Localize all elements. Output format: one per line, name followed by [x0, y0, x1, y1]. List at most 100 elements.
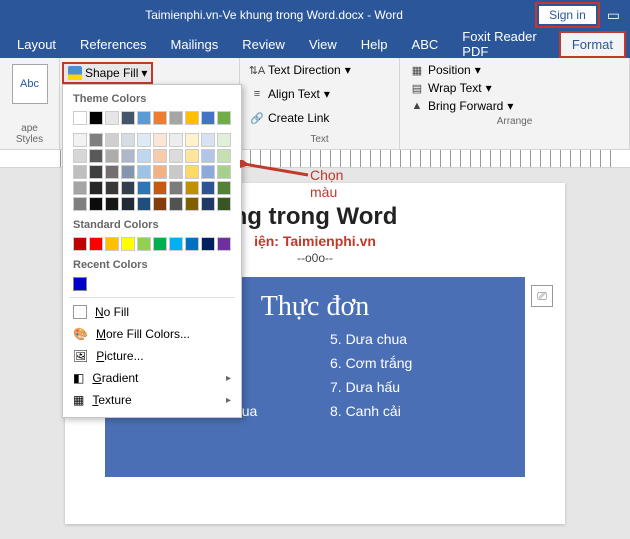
recent-colors-label: Recent Colors: [63, 257, 241, 275]
wrap-text-button[interactable]: ▤Wrap Text▾: [408, 80, 621, 96]
color-swatch[interactable]: [73, 181, 87, 195]
texture-fill-option[interactable]: ▦Texture▸: [63, 389, 241, 411]
color-swatch[interactable]: [153, 237, 167, 251]
color-swatch[interactable]: [121, 165, 135, 179]
tab-help[interactable]: Help: [349, 32, 400, 57]
color-swatch[interactable]: [73, 237, 87, 251]
color-swatch[interactable]: [89, 149, 103, 163]
color-swatch[interactable]: [73, 133, 87, 147]
color-swatch[interactable]: [121, 111, 135, 125]
color-swatch[interactable]: [169, 197, 183, 211]
create-link-button[interactable]: 🔗Create Link: [248, 110, 391, 126]
tab-review[interactable]: Review: [230, 32, 297, 57]
color-swatch[interactable]: [217, 111, 231, 125]
tab-view[interactable]: View: [297, 32, 349, 57]
color-swatch[interactable]: [201, 197, 215, 211]
color-swatch[interactable]: [185, 181, 199, 195]
tab-format[interactable]: Format: [560, 32, 625, 57]
color-swatch[interactable]: [73, 149, 87, 163]
color-swatch[interactable]: [153, 181, 167, 195]
color-swatch[interactable]: [137, 111, 151, 125]
color-swatch[interactable]: [217, 149, 231, 163]
color-swatch[interactable]: [137, 149, 151, 163]
align-text-button[interactable]: ≡Align Text▾: [248, 86, 391, 102]
color-swatch[interactable]: [105, 237, 119, 251]
color-swatch[interactable]: [153, 197, 167, 211]
tab-layout[interactable]: Layout: [5, 32, 68, 57]
color-swatch[interactable]: [105, 197, 119, 211]
color-swatch[interactable]: [201, 149, 215, 163]
gradient-fill-option[interactable]: ◧Gradient▸: [63, 367, 241, 389]
shape-style-preview[interactable]: Abc: [12, 64, 48, 104]
color-swatch[interactable]: [137, 237, 151, 251]
color-swatch[interactable]: [217, 237, 231, 251]
color-swatch[interactable]: [89, 165, 103, 179]
tab-mailings[interactable]: Mailings: [159, 32, 231, 57]
recent-color-swatch[interactable]: [73, 277, 87, 291]
color-swatch[interactable]: [201, 181, 215, 195]
picture-fill-option[interactable]: 🖼Picture...: [63, 345, 241, 367]
color-swatch[interactable]: [89, 111, 103, 125]
color-swatch[interactable]: [201, 237, 215, 251]
color-swatch[interactable]: [121, 237, 135, 251]
window-controls-icon[interactable]: ▭: [607, 7, 620, 24]
color-swatch[interactable]: [121, 197, 135, 211]
color-swatch[interactable]: [105, 149, 119, 163]
ribbon-content: Abc ape Styles Shape Fill ▾ A t Styles ⇅…: [0, 58, 630, 150]
color-swatch[interactable]: [153, 111, 167, 125]
color-swatch[interactable]: [105, 165, 119, 179]
shape-fill-button[interactable]: Shape Fill ▾: [62, 62, 153, 84]
color-swatch[interactable]: [121, 181, 135, 195]
color-swatch[interactable]: [153, 149, 167, 163]
color-swatch[interactable]: [121, 133, 135, 147]
color-swatch[interactable]: [169, 133, 183, 147]
color-swatch[interactable]: [169, 111, 183, 125]
tab-references[interactable]: References: [68, 32, 158, 57]
color-swatch[interactable]: [185, 165, 199, 179]
color-swatch[interactable]: [137, 165, 151, 179]
color-swatch[interactable]: [73, 111, 87, 125]
color-swatch[interactable]: [217, 165, 231, 179]
color-swatch[interactable]: [185, 111, 199, 125]
color-swatch[interactable]: [89, 181, 103, 195]
color-swatch[interactable]: [169, 149, 183, 163]
color-swatch[interactable]: [217, 181, 231, 195]
color-swatch[interactable]: [153, 165, 167, 179]
color-swatch[interactable]: [217, 197, 231, 211]
color-swatch[interactable]: [185, 149, 199, 163]
color-swatch[interactable]: [105, 111, 119, 125]
layout-options-icon[interactable]: ⎚: [531, 285, 553, 307]
color-swatch[interactable]: [89, 197, 103, 211]
no-fill-option[interactable]: NNo Fillo Fill: [63, 301, 241, 323]
text-direction-button[interactable]: ⇅AText Direction▾: [248, 62, 391, 78]
color-swatch[interactable]: [105, 181, 119, 195]
color-swatch[interactable]: [89, 237, 103, 251]
arrange-group: ▦Position▾ ▤Wrap Text▾ ▲Bring Forward▾ A…: [400, 58, 630, 149]
tab-abc[interactable]: ABC: [400, 32, 451, 57]
color-swatch[interactable]: [137, 181, 151, 195]
color-swatch[interactable]: [169, 181, 183, 195]
color-swatch[interactable]: [137, 197, 151, 211]
more-colors-option[interactable]: 🎨More Fill Colors...: [63, 323, 241, 345]
color-swatch[interactable]: [153, 133, 167, 147]
sign-in-button[interactable]: Sign in: [538, 5, 597, 25]
color-swatch[interactable]: [201, 111, 215, 125]
color-swatch[interactable]: [105, 133, 119, 147]
color-swatch[interactable]: [217, 133, 231, 147]
color-swatch[interactable]: [169, 165, 183, 179]
color-swatch[interactable]: [185, 237, 199, 251]
position-button[interactable]: ▦Position▾: [408, 62, 621, 78]
color-swatch[interactable]: [89, 133, 103, 147]
color-swatch[interactable]: [137, 133, 151, 147]
color-swatch[interactable]: [73, 197, 87, 211]
bring-forward-button[interactable]: ▲Bring Forward▾: [408, 98, 621, 114]
annotation-text: Chọnmàu: [310, 167, 343, 201]
color-swatch[interactable]: [73, 165, 87, 179]
color-swatch[interactable]: [201, 133, 215, 147]
color-swatch[interactable]: [185, 133, 199, 147]
color-swatch[interactable]: [169, 237, 183, 251]
color-swatch[interactable]: [121, 149, 135, 163]
chevron-down-icon: ▾: [324, 87, 330, 101]
color-swatch[interactable]: [185, 197, 199, 211]
color-swatch[interactable]: [201, 165, 215, 179]
